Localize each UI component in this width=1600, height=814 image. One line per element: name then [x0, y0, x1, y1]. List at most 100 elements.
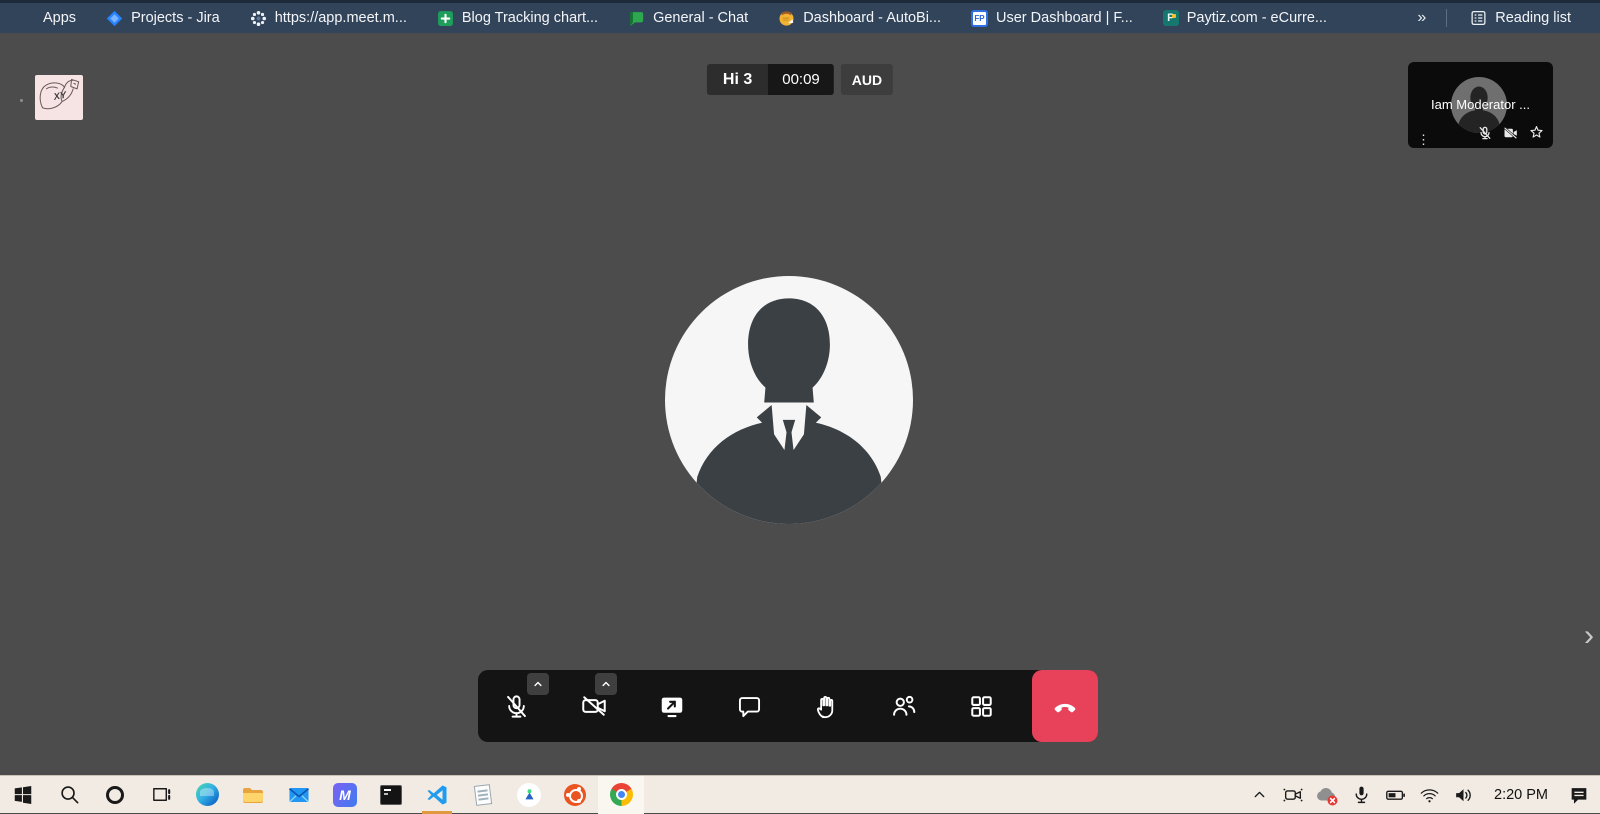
cortana-button[interactable] — [92, 776, 138, 814]
bookmark-label: Paytiz.com - eCurre... — [1187, 10, 1327, 26]
start-button[interactable] — [0, 776, 46, 814]
meet-knot-icon — [250, 10, 267, 27]
battery-icon — [1383, 784, 1408, 806]
jira-icon — [106, 10, 123, 27]
meeting-header: Hi 3 00:09 AUD — [707, 64, 893, 95]
grid-view-button[interactable] — [943, 670, 1021, 742]
onedrive-status[interactable] — [1312, 776, 1342, 814]
taskbar-file-explorer[interactable] — [230, 776, 276, 814]
chat-button[interactable] — [711, 670, 789, 742]
action-center-icon — [1568, 784, 1590, 806]
pin-star-icon[interactable] — [1528, 124, 1545, 141]
speaker-avatar — [665, 276, 913, 524]
room-name: Hi 3 — [707, 64, 768, 95]
mic-options-chevron[interactable] — [527, 673, 549, 695]
camera-options-chevron[interactable] — [595, 673, 617, 695]
screen-share-icon — [658, 692, 686, 720]
taskbar-terminal[interactable] — [368, 776, 414, 814]
action-center-button[interactable] — [1564, 776, 1594, 814]
participants-icon — [890, 692, 918, 720]
tray-microphone[interactable] — [1346, 776, 1376, 814]
apps-grid-icon — [18, 10, 35, 27]
meeting-control-bar — [478, 670, 1098, 742]
decorative-dot — [20, 99, 23, 102]
bookmarks-divider — [1446, 9, 1447, 27]
bookmark-general-chat[interactable]: General - Chat — [613, 3, 763, 33]
grid-view-icon — [968, 693, 995, 720]
fp-icon: FP — [971, 10, 988, 27]
screen-share-button[interactable] — [633, 670, 711, 742]
onedrive-error-icon — [1314, 783, 1340, 807]
bookmark-autobi[interactable]: Dashboard - AutoBi... — [763, 3, 956, 33]
bookmark-label: Projects - Jira — [131, 10, 220, 26]
bookmark-apps[interactable]: Apps — [14, 3, 91, 33]
bookmark-meet[interactable]: https://app.meet.m... — [235, 3, 422, 33]
bookmarks-bar: Apps Projects - Jira https://app.meet.m.… — [0, 0, 1600, 33]
terminal-icon — [380, 785, 402, 805]
chrome-icon — [610, 783, 633, 806]
active-app-underline — [422, 811, 452, 814]
bookmarks-overflow-chevron[interactable]: » — [1405, 9, 1438, 27]
notepad-icon — [474, 784, 492, 806]
meet-now-button[interactable] — [1278, 776, 1308, 814]
tray-volume[interactable] — [1448, 776, 1478, 814]
bookmark-jira[interactable]: Projects - Jira — [91, 3, 235, 33]
taskbar-circle-app[interactable] — [506, 776, 552, 814]
audio-mode-badge: AUD — [841, 64, 893, 95]
bookmark-label: https://app.meet.m... — [275, 10, 407, 26]
raise-hand-icon — [813, 693, 840, 720]
chat-bubble-icon — [628, 10, 645, 27]
tray-network[interactable] — [1414, 776, 1444, 814]
mic-off-icon — [503, 693, 530, 720]
speaker-icon — [1452, 784, 1475, 806]
reading-list-button[interactable]: Reading list — [1455, 10, 1586, 27]
participant-mic-off-icon — [1477, 125, 1493, 141]
hang-up-icon — [1051, 692, 1079, 720]
taskbar-notepad[interactable] — [460, 776, 506, 814]
bookmark-label: Blog Tracking chart... — [462, 10, 598, 26]
taskbar-edge[interactable] — [184, 776, 230, 814]
participants-button[interactable] — [866, 670, 944, 742]
windows-taskbar: M — [0, 775, 1600, 813]
vscode-icon — [425, 783, 449, 807]
bookmark-label: User Dashboard | F... — [996, 10, 1133, 26]
clock[interactable]: 2:20 PM — [1482, 787, 1560, 803]
reading-list-icon — [1470, 10, 1487, 27]
task-view-icon — [150, 783, 173, 806]
mail-icon — [287, 783, 311, 807]
bookmark-label: Apps — [43, 10, 76, 26]
meeting-logo: XY — [35, 75, 83, 120]
tray-battery[interactable] — [1380, 776, 1410, 814]
search-icon — [58, 783, 81, 806]
autobi-icon — [778, 10, 795, 27]
camera-off-icon — [580, 692, 608, 720]
cortana-icon — [103, 783, 127, 807]
taskbar-meet-app[interactable]: M — [322, 776, 368, 814]
file-explorer-icon — [241, 783, 265, 807]
chevron-up-icon — [1251, 786, 1268, 803]
taskbar-mail[interactable] — [276, 776, 322, 814]
paytiz-icon: P — [1163, 10, 1179, 26]
taskbar-search-button[interactable] — [46, 776, 92, 814]
taskbar-ubuntu[interactable] — [552, 776, 598, 814]
meet-app-icon: M — [333, 783, 357, 807]
tile-menu-icon[interactable]: ⋮ — [1417, 137, 1430, 142]
raise-hand-button[interactable] — [788, 670, 866, 742]
bookmark-blog-tracking[interactable]: Blog Tracking chart... — [422, 3, 613, 33]
bookmark-label: General - Chat — [653, 10, 748, 26]
ubuntu-icon — [564, 784, 586, 806]
participant-name: Iam Moderator ... — [1408, 97, 1553, 112]
bookmark-paytiz[interactable]: P Paytiz.com - eCurre... — [1148, 3, 1342, 33]
participant-camera-off-icon — [1502, 125, 1519, 141]
tray-expand-button[interactable] — [1244, 776, 1274, 814]
windows-logo-icon — [12, 784, 34, 806]
taskbar-vscode[interactable] — [414, 776, 460, 814]
microphone-icon — [1351, 784, 1372, 805]
bookmark-user-dashboard[interactable]: FP User Dashboard | F... — [956, 3, 1148, 33]
open-panel-chevron-icon[interactable]: › — [1584, 621, 1594, 651]
hang-up-button[interactable] — [1032, 670, 1098, 742]
taskbar-chrome[interactable] — [598, 776, 644, 814]
participant-tile[interactable]: Iam Moderator ... ⋮ — [1408, 62, 1553, 148]
meeting-stage: XY Hi 3 00:09 AUD Iam Moderator ... ⋮ — [0, 33, 1600, 775]
task-view-button[interactable] — [138, 776, 184, 814]
